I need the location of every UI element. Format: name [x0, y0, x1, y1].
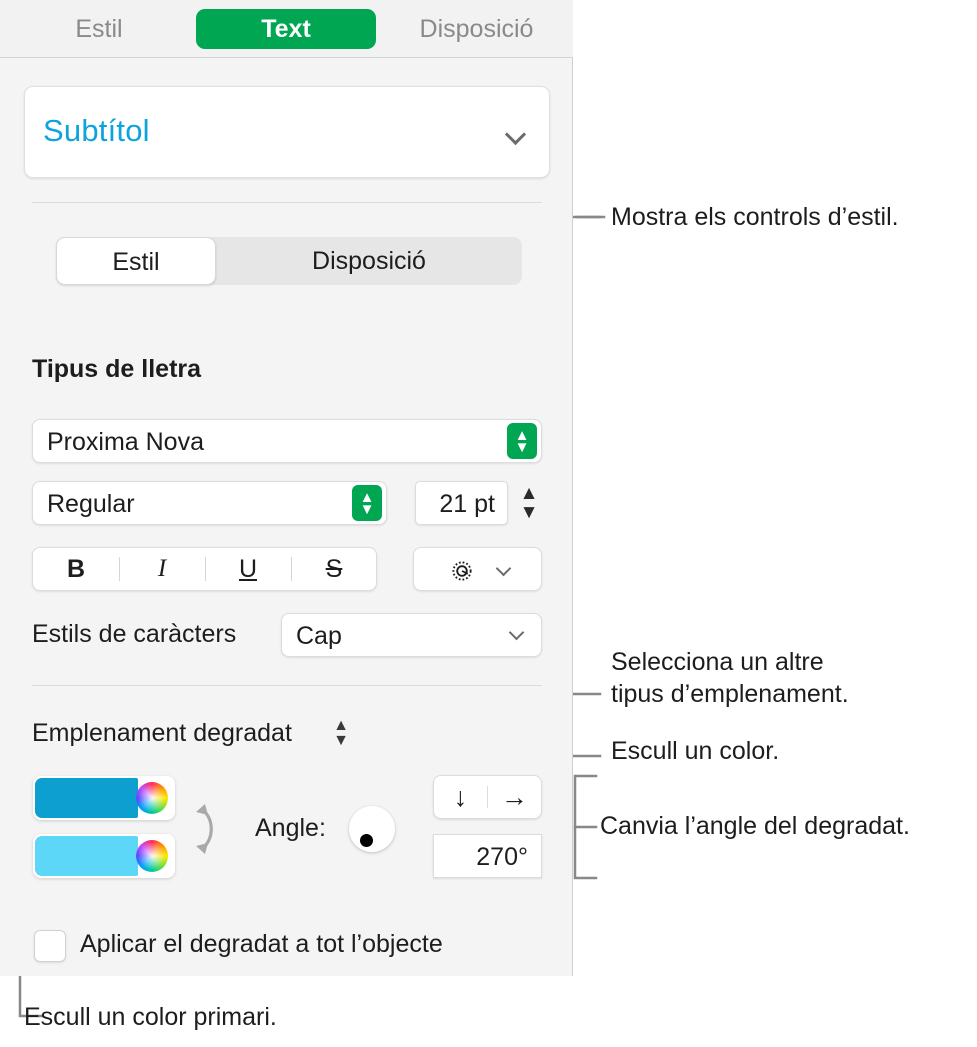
color-wheel-icon[interactable] — [136, 840, 168, 872]
character-styles-popup[interactable]: Cap — [281, 613, 542, 657]
callout-change-gradient-angle: Canvia l’angle del degradat. — [600, 812, 910, 840]
underline-button[interactable]: U — [205, 548, 291, 590]
popup-down-arrow-icon: ▼ — [514, 439, 530, 456]
fill-type-stepper-icon[interactable]: ▲ ▼ — [330, 718, 352, 749]
gradient-direction-buttons: ↓ → — [433, 775, 542, 819]
gradient-start-color-well[interactable] — [33, 776, 175, 820]
divider — [32, 202, 542, 203]
callout-line-2: tipus d’emplenament. — [611, 680, 849, 708]
chevron-down-icon — [505, 123, 527, 145]
tab-disposicio[interactable]: Disposició — [394, 9, 559, 49]
gradient-end-color-well[interactable] — [33, 834, 175, 878]
inspector-tabbar: Estil Text Disposició — [0, 0, 573, 58]
angle-label: Angle: — [255, 814, 326, 842]
paragraph-style-popup[interactable]: Subtítol — [24, 86, 550, 178]
font-style-popup[interactable]: Regular ▲ ▼ — [32, 481, 387, 525]
character-styles-label: Estils de caràcters — [32, 620, 237, 648]
callout-choose-a-color: Escull un color. — [611, 737, 780, 765]
font-size-input[interactable]: 21 pt — [415, 481, 508, 525]
font-style-value: Regular — [47, 490, 135, 518]
apply-gradient-label[interactable]: Aplicar el degradat a tot l’objecte — [80, 930, 443, 959]
italic-button[interactable]: I — [119, 548, 205, 590]
chevron-down-icon — [496, 561, 512, 577]
popup-down-arrow-icon: ▼ — [359, 501, 375, 518]
paragraph-style-value: Subtítol — [43, 113, 150, 148]
callout-select-fill-type: Selecciona un altre tipus d’emplenament. — [611, 646, 849, 710]
apply-gradient-checkbox[interactable] — [34, 930, 66, 962]
stepper-up-icon[interactable]: ▲ — [516, 484, 542, 503]
segment-disposicio[interactable]: Disposició — [216, 237, 522, 285]
angle-dial[interactable] — [349, 806, 395, 852]
divider — [32, 685, 542, 686]
font-size-value: 21 pt — [439, 490, 495, 518]
popup-indicator-icon: ▲ ▼ — [507, 423, 537, 459]
gear-icon — [452, 561, 472, 581]
angle-dial-knob[interactable] — [360, 834, 373, 847]
gradient-start-color-swatch[interactable] — [35, 778, 138, 818]
tab-text[interactable]: Text — [196, 9, 376, 49]
font-family-value: Proxima Nova — [47, 428, 204, 456]
callout-show-style-controls: Mostra els controls d’estil. — [611, 203, 899, 231]
callout-choose-primary-color: Escull un color primari. — [24, 1003, 277, 1031]
gradient-direction-down-button[interactable]: ↓ — [434, 776, 487, 818]
bold-button[interactable]: B — [33, 548, 119, 590]
gradient-direction-right-button[interactable]: → — [488, 776, 541, 818]
strikethrough-button[interactable]: S — [291, 548, 377, 590]
style-layout-segmented-control: Estil Disposició — [56, 237, 522, 285]
chevron-down-icon — [509, 625, 525, 641]
font-size-stepper[interactable]: ▲ ▼ — [516, 481, 542, 525]
font-family-popup[interactable]: Proxima Nova ▲ ▼ — [32, 419, 542, 463]
fill-type-label[interactable]: Emplenament degradat — [32, 719, 292, 748]
text-format-button-group: B I U S — [32, 547, 377, 591]
popup-indicator-icon: ▲ ▼ — [352, 485, 382, 521]
gradient-end-color-swatch[interactable] — [35, 836, 138, 876]
format-inspector-panel: Estil Text Disposició Subtítol Estil Dis… — [0, 0, 573, 976]
angle-value: 270° — [476, 843, 528, 871]
callout-line-1: Selecciona un altre — [611, 648, 824, 676]
character-styles-value: Cap — [296, 622, 342, 650]
font-options-button[interactable] — [413, 547, 542, 591]
segment-estil[interactable]: Estil — [56, 237, 216, 285]
color-wheel-icon[interactable] — [136, 782, 168, 814]
swap-arrows-icon[interactable] — [192, 798, 226, 860]
font-section-heading: Tipus de lletra — [32, 355, 202, 383]
stepper-down-icon[interactable]: ▼ — [516, 503, 542, 522]
tab-estil[interactable]: Estil — [24, 9, 174, 49]
stepper-down-icon[interactable]: ▼ — [330, 733, 352, 749]
angle-input[interactable]: 270° — [433, 834, 542, 878]
